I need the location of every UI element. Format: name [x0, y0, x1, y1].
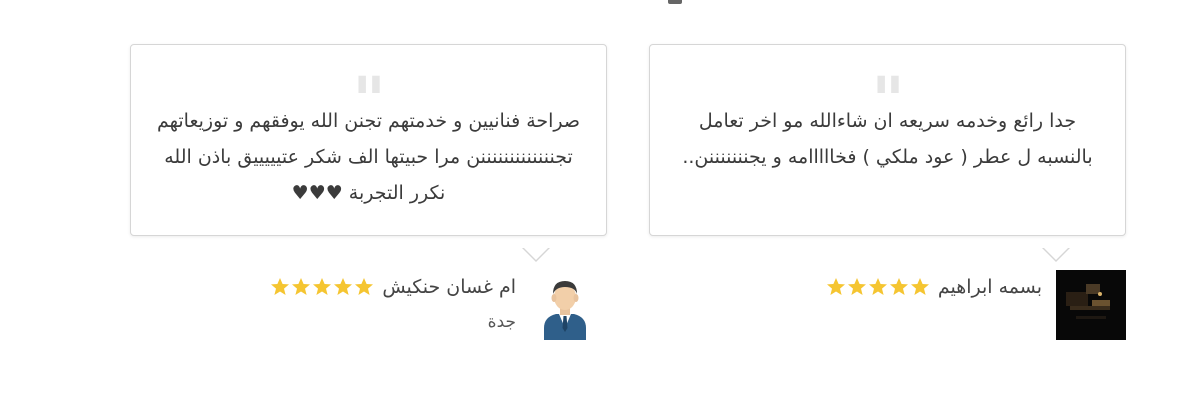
author-name: ام غسان حنكيش — [382, 276, 516, 298]
star-icon — [355, 278, 374, 295]
star-icon — [868, 278, 887, 295]
star-icon — [334, 278, 353, 295]
star-icon — [910, 278, 929, 295]
star-icon — [271, 278, 290, 295]
section-heading-fragment — [668, 0, 682, 4]
star-icon — [847, 278, 866, 295]
star-icon — [292, 278, 311, 295]
testimonial-card: " جدا رائع وخدمه سريعه ان شاءالله مو اخر… — [649, 44, 1126, 262]
author-city: جدة — [487, 312, 516, 332]
review-text: صراحة فنانيين و خدمتهم تجنن الله يوفقهم … — [156, 110, 581, 204]
star-icon — [826, 278, 845, 295]
star-icon — [313, 278, 332, 295]
star-icon — [889, 278, 908, 295]
review-text: جدا رائع وخدمه سريعه ان شاءالله مو اخر ت… — [682, 110, 1093, 168]
quote-icon: " — [871, 63, 905, 138]
testimonial-card: " صراحة فنانيين و خدمتهم تجنن الله يوفقه… — [130, 44, 607, 262]
quote-icon: " — [352, 63, 386, 138]
person-avatar-icon — [530, 270, 600, 340]
author-name: بسمه ابراهيم — [937, 276, 1042, 298]
star-rating — [270, 277, 374, 297]
user-photo — [1056, 270, 1126, 340]
star-rating — [826, 277, 930, 297]
